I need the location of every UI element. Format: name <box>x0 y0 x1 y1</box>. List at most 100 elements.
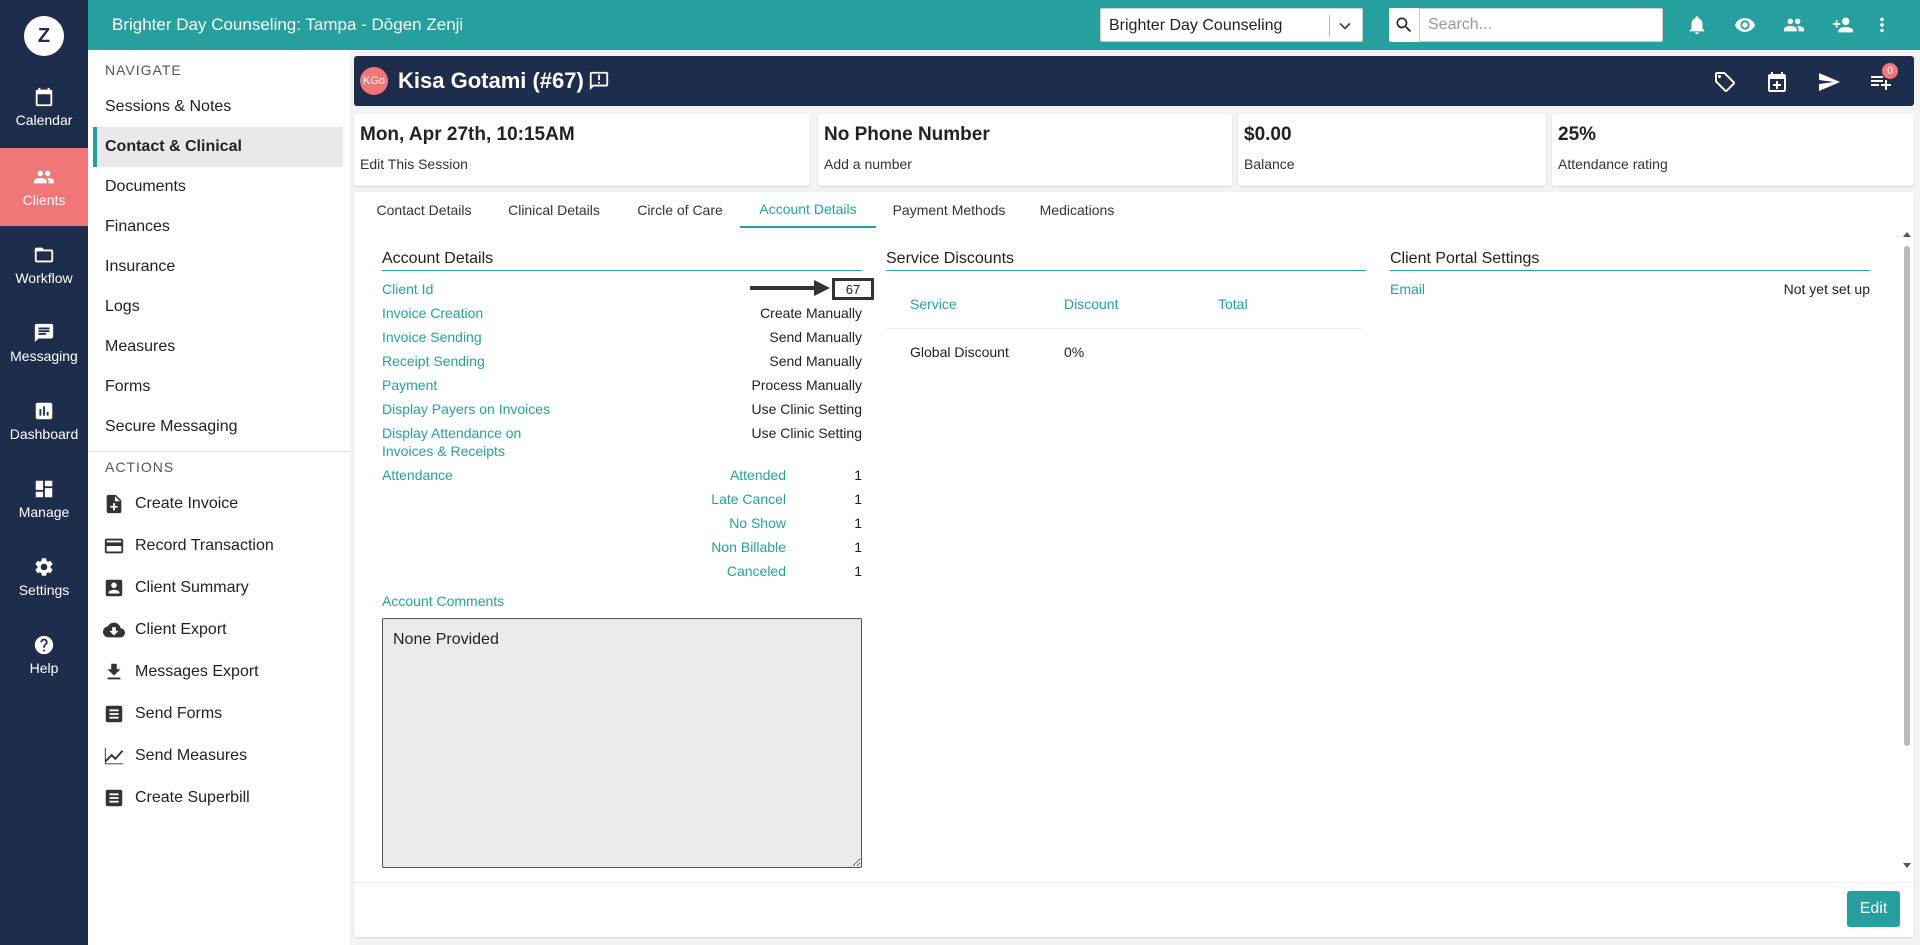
action-create-superbill[interactable]: Create Superbill <box>103 781 343 815</box>
scroll-up-arrow-icon[interactable] <box>1902 230 1912 240</box>
portal-email-label: Email <box>1390 281 1426 297</box>
credit-card-icon <box>104 538 124 554</box>
download-icon <box>107 663 121 680</box>
nav-finances[interactable]: Finances <box>93 207 343 247</box>
tab-contact-details[interactable]: Contact Details <box>362 192 486 228</box>
table-divider <box>884 328 1364 329</box>
global-discount-label: Global Discount <box>910 344 1009 360</box>
tags-button[interactable] <box>1712 69 1738 95</box>
account-comments-textarea[interactable]: None Provided <box>382 618 862 868</box>
account-details-heading: Account Details <box>382 250 862 271</box>
line-chart-icon <box>104 747 124 765</box>
waitlist-button[interactable]: 0 <box>1868 63 1898 95</box>
action-send-measures[interactable]: Send Measures <box>103 739 343 773</box>
clients-icon <box>33 170 55 184</box>
manage-icon <box>35 480 53 498</box>
service-column-header: Service <box>910 296 957 312</box>
clinic-select[interactable]: Brighter Day Counseling <box>1100 8 1363 42</box>
search-input[interactable] <box>1419 8 1663 42</box>
edit-button[interactable]: Edit <box>1847 891 1900 927</box>
people-icon <box>1783 18 1805 32</box>
tab-payment-methods[interactable]: Payment Methods <box>882 192 1016 228</box>
rail-item-workflow[interactable]: Workflow <box>0 226 88 304</box>
attendance-card[interactable]: 25% Attendance rating <box>1552 114 1914 186</box>
calendar-icon <box>35 87 53 107</box>
cloud-download-icon <box>103 622 125 638</box>
view-button[interactable] <box>1732 12 1758 38</box>
action-client-summary[interactable]: Client Summary <box>103 571 343 605</box>
arrow-annotation <box>750 280 830 296</box>
message-icon <box>34 323 54 343</box>
tab-medications[interactable]: Medications <box>1022 192 1132 228</box>
discount-column-header: Discount <box>1064 296 1119 312</box>
folder-icon <box>34 247 54 263</box>
action-record-transaction[interactable]: Record Transaction <box>103 529 343 563</box>
chevron-down-icon[interactable] <box>1334 15 1356 37</box>
rail-label: Dashboard <box>9 426 79 442</box>
edit-session-link[interactable]: Edit This Session <box>360 156 468 172</box>
phone-number: No Phone Number <box>824 124 990 145</box>
nav-documents[interactable]: Documents <box>93 167 343 207</box>
receipt-sending-value: Send Manually <box>769 353 862 369</box>
client-avatar: KGo <box>360 67 388 95</box>
rail-label: Messaging <box>10 348 78 364</box>
rail-item-manage[interactable]: Manage <box>0 460 88 538</box>
attendance-label: Attendance <box>382 467 453 483</box>
nav-logs[interactable]: Logs <box>93 287 343 327</box>
app-logo[interactable]: Z <box>24 16 64 56</box>
send-button[interactable] <box>1816 69 1842 95</box>
rail-item-messaging[interactable]: Messaging <box>0 304 88 382</box>
action-create-invoice[interactable]: Create Invoice <box>103 487 343 521</box>
action-label: Record Transaction <box>135 537 274 554</box>
panel-scrollbar[interactable] <box>1902 230 1912 870</box>
tab-account-details[interactable]: Account Details <box>740 192 876 228</box>
display-payers-label: Display Payers on Invoices <box>382 401 551 417</box>
non-billable-label: Non Billable <box>711 539 786 555</box>
tab-clinical-details[interactable]: Clinical Details <box>492 192 616 228</box>
display-payers-value: Use Clinic Setting <box>751 401 863 417</box>
nav-sessions-notes[interactable]: Sessions & Notes <box>93 87 343 127</box>
search-icon <box>1396 17 1412 33</box>
dashboard-icon <box>35 402 53 420</box>
scroll-down-arrow-icon[interactable] <box>1902 860 1912 870</box>
tab-circle-of-care[interactable]: Circle of Care <box>622 192 738 228</box>
portal-email-value: Not yet set up <box>1783 281 1870 297</box>
session-card[interactable]: Mon, Apr 27th, 10:15AM Edit This Session <box>354 114 810 186</box>
action-send-forms[interactable]: Send Forms <box>103 697 343 731</box>
notifications-button[interactable] <box>1684 12 1710 38</box>
action-label: Send Forms <box>135 705 223 722</box>
superbill-icon <box>105 789 123 807</box>
balance-card[interactable]: $0.00 Balance <box>1238 114 1546 186</box>
client-header: KGo Kisa Gotami (#67) 0 <box>354 56 1914 106</box>
rail-label: Help <box>29 660 59 676</box>
rail-item-help[interactable]: Help <box>0 616 88 694</box>
subnav-divider <box>88 451 350 452</box>
action-client-export[interactable]: Client Export <box>103 613 343 647</box>
nav-measures[interactable]: Measures <box>93 327 343 367</box>
schedule-button[interactable] <box>1764 69 1790 95</box>
canceled-label: Canceled <box>726 563 786 579</box>
phone-card[interactable]: No Phone Number Add a number <box>818 114 1232 186</box>
total-column-header: Total <box>1218 296 1248 312</box>
nav-insurance[interactable]: Insurance <box>93 247 343 287</box>
notification-badge: 0 <box>1882 63 1898 79</box>
add-client-button[interactable] <box>1830 12 1856 38</box>
scroll-thumb[interactable] <box>1904 246 1910 746</box>
action-messages-export[interactable]: Messages Export <box>103 655 343 689</box>
clients-button[interactable] <box>1781 12 1807 38</box>
nav-forms[interactable]: Forms <box>93 367 343 407</box>
rail-item-calendar[interactable]: Calendar <box>0 68 88 146</box>
add-number-link[interactable]: Add a number <box>824 156 912 172</box>
rail-item-clients[interactable]: Clients <box>0 148 88 226</box>
client-name: Kisa Gotami (#67) <box>398 68 584 93</box>
attendance-rating-label: Attendance rating <box>1558 156 1668 172</box>
search-button[interactable] <box>1389 8 1419 42</box>
more-menu-button[interactable] <box>1869 12 1895 38</box>
action-label: Client Export <box>135 621 227 638</box>
rail-item-dashboard[interactable]: Dashboard <box>0 382 88 460</box>
nav-secure-messaging[interactable]: Secure Messaging <box>93 407 343 447</box>
comment-icon[interactable] <box>588 70 610 92</box>
global-discount-value: 0% <box>1064 344 1085 360</box>
nav-contact-clinical[interactable]: Contact & Clinical <box>93 127 343 167</box>
rail-item-settings[interactable]: Settings <box>0 538 88 616</box>
